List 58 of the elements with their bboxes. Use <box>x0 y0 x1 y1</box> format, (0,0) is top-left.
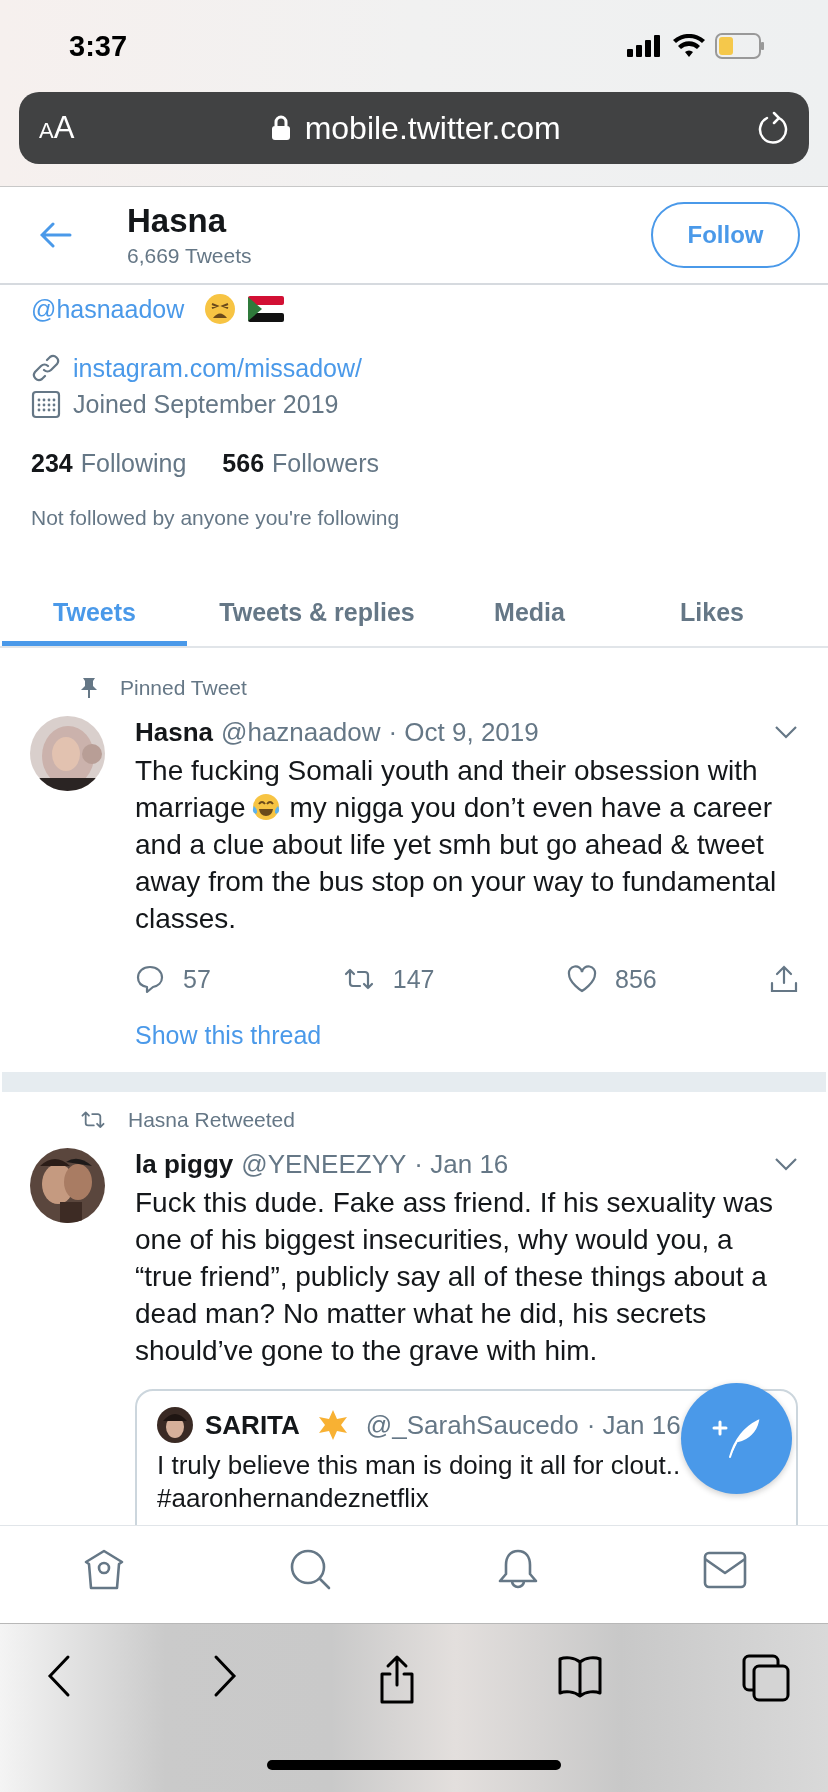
tweet-text: The fucking Somali youth and their obsession with marriage my nigga you don’t even have a career and a clue about life yet smh but go ahead & tweet away from the bus stop on your way to fundamental classes. <box>135 754 778 936</box>
tabs-icon[interactable] <box>742 1654 790 1704</box>
weary-face-icon <box>204 293 237 325</box>
chevron-down-icon[interactable] <box>774 1157 798 1171</box>
followers-count: 566 <box>222 449 265 478</box>
followers-note: Not followed by anyone you're following <box>31 506 400 530</box>
website-link[interactable]: instagram.com/missadow/ <box>73 353 362 383</box>
profile-tab[interactable]: Media <box>447 584 612 646</box>
url-text[interactable]: mobile.twitter.com <box>304 109 561 147</box>
author-name: Hasna <box>135 716 214 748</box>
signal-icon <box>627 34 663 58</box>
back-arrow-icon[interactable] <box>40 222 72 248</box>
tweet-text: Fuck this dude. Fake ass friend. If his sexuality was one of his biggest insecurities, why would you, a “true friend”, publicly say all of these things about a dead man? No matter what he did, his secrets should’ve gone to the grave with him. <box>135 1186 775 1368</box>
calendar-icon <box>31 389 61 419</box>
clock-time: 3:37 <box>69 29 128 63</box>
tweet-count: 6,669 Tweets <box>127 244 253 268</box>
reply-count: 57 <box>183 964 211 994</box>
tweet-date: · Jan 16 <box>414 1148 509 1180</box>
search-icon[interactable] <box>288 1547 333 1592</box>
author-handle: @_SarahSaucedo <box>365 1409 579 1441</box>
chevron-down-icon[interactable] <box>774 725 798 739</box>
like-count: 856 <box>615 964 657 994</box>
follow-button[interactable]: Follow <box>651 202 800 268</box>
profile-tab[interactable]: Likes <box>612 584 812 646</box>
profile-name: Hasna <box>127 202 228 240</box>
text-size-button[interactable]: AA <box>39 110 75 146</box>
show-thread-link[interactable]: Show this thread <box>135 1021 798 1050</box>
context-label: Pinned Tweet <box>120 676 247 700</box>
lock-icon <box>270 115 291 141</box>
following-count: 234 <box>31 449 73 478</box>
handle-link[interactable]: @hasnaadow <box>31 294 185 324</box>
mail-icon[interactable] <box>702 1549 747 1590</box>
profile-tab[interactable]: Tweets <box>2 584 187 646</box>
retweet-icon <box>80 1110 106 1130</box>
compose-button[interactable] <box>681 1383 792 1494</box>
profile-tab[interactable]: Tweets & replies <box>187 584 447 646</box>
reply-icon[interactable] <box>135 964 165 994</box>
author-handle: @YENEEZYY <box>241 1148 407 1180</box>
retweet-count: 147 <box>392 964 435 994</box>
author-name: SARITA <box>205 1409 300 1441</box>
pin-icon <box>80 677 98 699</box>
laughing-face-icon <box>251 792 282 822</box>
followers-label: Followers <box>272 449 380 478</box>
tweet-date: · Oct 9, 2019 <box>388 716 539 748</box>
link-icon <box>31 353 61 383</box>
tweet-date: · Jan 16 <box>586 1409 681 1441</box>
author-handle: @haznaadow <box>221 716 381 748</box>
context-label: Hasna Retweeted <box>128 1108 295 1132</box>
hashtag-link: #aaronhernandeznetflix <box>157 1482 430 1515</box>
battery-icon <box>715 33 765 59</box>
wifi-icon <box>673 34 705 58</box>
author-name: la piggy <box>135 1148 234 1180</box>
joined-date: Joined September 2019 <box>73 389 339 419</box>
reload-icon[interactable] <box>757 111 789 145</box>
following-label: Following <box>80 449 187 478</box>
flag-icon <box>248 296 285 322</box>
heart-icon[interactable] <box>567 965 598 993</box>
quoted-text: I truly believe this man is doing it all for clout.. <box>157 1449 682 1482</box>
